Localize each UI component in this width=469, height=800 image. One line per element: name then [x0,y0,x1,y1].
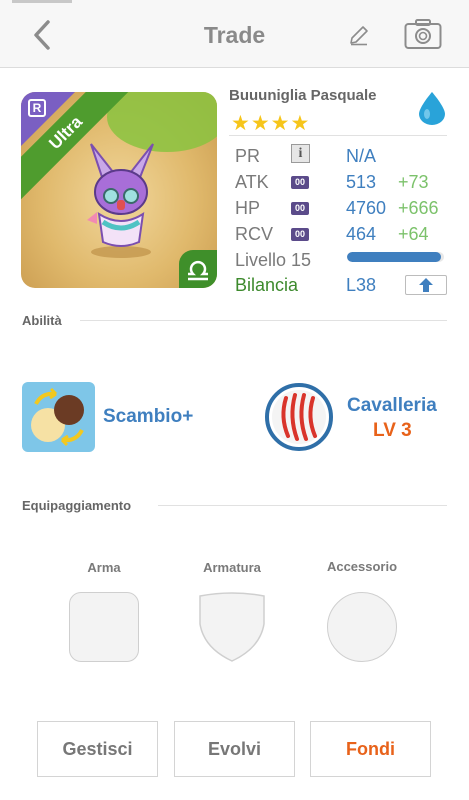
level-progress-bar [347,252,444,262]
weapon-slot[interactable] [69,592,139,662]
level-label: Livello 15 [235,250,312,270]
armor-slot-label: Armatura [203,560,261,575]
sign-value: L38 [346,275,377,295]
trait-name[interactable]: Cavalleria [347,395,437,417]
info-icon[interactable]: i [291,144,310,163]
rcv-label: RCV [235,224,274,244]
pr-label: PR [235,146,261,166]
hp-label: HP [235,198,261,218]
evolve-button[interactable]: Evolvi [174,721,295,777]
page-title: Trade [203,22,266,48]
level-progress-fill [347,252,442,262]
rcv-value: 464 [346,224,377,244]
camera-icon[interactable] [404,18,442,50]
top-bar: Trade [0,0,469,68]
manage-button[interactable]: Gestisci [37,721,158,777]
arrow-up-icon [419,278,433,292]
hp-bonus: +666 [398,198,439,218]
accessory-slot-label: Accessorio [326,559,398,574]
libra-icon [179,250,217,288]
skill-name[interactable]: Scambio+ [103,406,193,428]
divider [229,135,447,136]
swap-icon[interactable] [22,382,95,452]
status-strip [12,0,72,3]
pr-value: N/A [346,146,377,166]
atk-label: ATK [235,172,269,192]
weapon-slot-label: Arma [87,560,121,575]
divider [80,320,447,321]
divider [158,505,447,506]
armor-slot[interactable] [196,590,268,664]
abilities-section-title: Abilità [22,313,62,328]
claw-marks-icon[interactable] [264,382,334,452]
character-name: Buuuniglia Pasquale [229,87,377,104]
rarity-ribbon: Ultra [21,92,137,204]
water-drop-icon [419,92,445,125]
atk-value: 513 [346,172,377,192]
star-rating: ★★★★ [231,112,311,135]
atk-plus-badge: 00 [291,176,309,189]
pencil-icon[interactable] [348,24,370,46]
character-card[interactable]: R Ultra [21,92,217,288]
hp-value: 4760 [346,198,387,218]
rcv-bonus: +64 [398,224,429,244]
fuse-button[interactable]: Fondi [310,721,431,777]
hp-plus-badge: 00 [291,202,309,215]
sign-label: Bilancia [235,275,299,295]
rcv-plus-badge: 00 [291,228,309,241]
atk-bonus: +73 [398,172,429,192]
equipment-section-title: Equipaggiamento [22,498,132,513]
trait-level: LV 3 [373,420,412,441]
sign-upgrade-button[interactable] [405,275,447,295]
accessory-slot[interactable] [327,592,397,662]
rarity-ribbon-wrap: Ultra [21,92,141,212]
